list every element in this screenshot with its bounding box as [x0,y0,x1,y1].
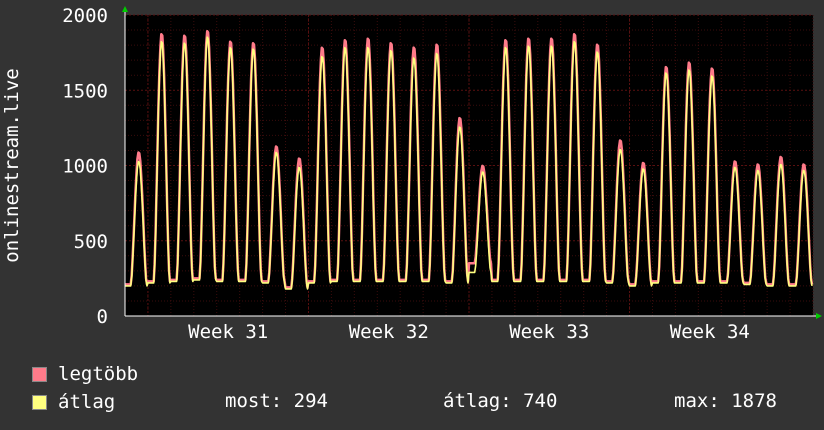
legend-item-max: legtöbb [32,363,138,385]
legend-item-avg: átlag [32,391,115,413]
stat-average: átlag: 740 [443,390,558,412]
legend-swatch-max [32,366,47,382]
y-tick-label: 500 [74,231,108,253]
x-axis-arrow [816,313,822,319]
legend-swatch-avg [32,394,47,410]
y-tick-label: 2000 [62,5,108,27]
x-tick-label: Week 34 [670,321,750,343]
legend-label-avg: átlag [58,391,116,413]
legend-label-max: legtöbb [58,363,139,385]
x-tick-label: Week 33 [509,321,589,343]
chart: 0 500 1000 1500 2000 onlinestream.live Week 31… [1,5,822,343]
y-axis-arrow [122,6,128,12]
y-tick-label: 1500 [62,80,108,102]
y-tick-label: 0 [97,306,108,328]
x-tick-label: Week 31 [188,321,268,343]
stat-current: most: 294 [225,390,328,412]
y-tick-label: 1000 [62,156,108,178]
x-tick-label: Week 32 [349,321,429,343]
stat-max: max: 1878 [674,390,777,412]
y-axis-label: onlinestream.live [1,68,23,262]
